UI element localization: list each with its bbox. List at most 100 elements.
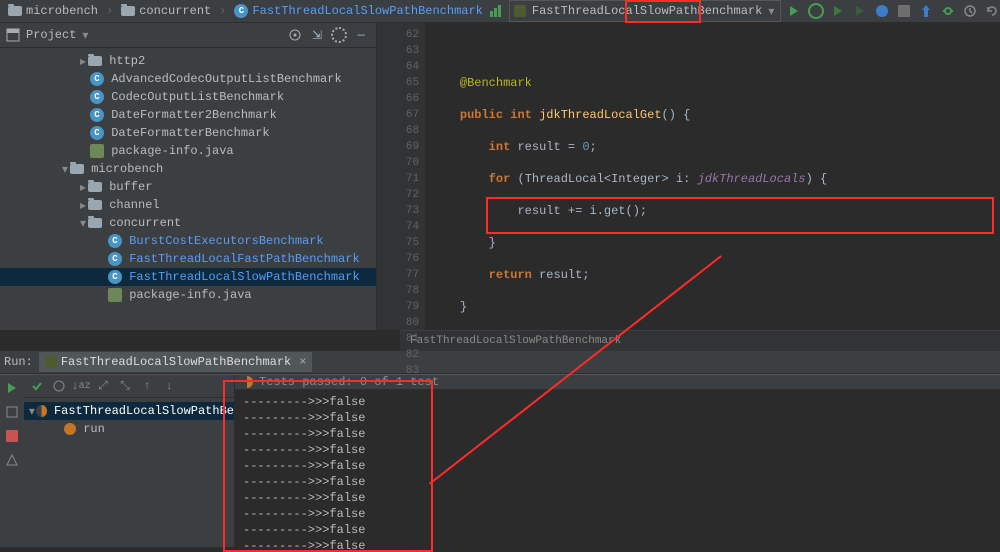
git-commit-icon[interactable] bbox=[939, 2, 957, 20]
attach-button[interactable] bbox=[873, 2, 891, 20]
tree-item-codecout[interactable]: C CodecOutputListBenchmark bbox=[0, 88, 376, 106]
tree-label: http2 bbox=[109, 54, 145, 68]
console-line: --------->>>false bbox=[243, 474, 992, 490]
tree-item-concurrent[interactable]: ▾ concurrent bbox=[0, 214, 376, 232]
tree-label: AdvancedCodecOutputListBenchmark bbox=[111, 72, 341, 86]
class-icon: C bbox=[90, 90, 104, 104]
folder-icon bbox=[70, 164, 84, 174]
class-icon: C bbox=[108, 234, 122, 248]
console-line: --------->>>false bbox=[243, 442, 992, 458]
folder-icon bbox=[8, 6, 22, 16]
tree-item-pkginfo2[interactable]: package-info.java bbox=[0, 286, 376, 304]
git-revert-icon[interactable] bbox=[983, 2, 1000, 20]
tree-item-datef2[interactable]: C DateFormatter2Benchmark bbox=[0, 106, 376, 124]
run-tab-strip: Run: FastThreadLocalSlowPathBenchmark × bbox=[0, 351, 1000, 374]
navigation-bar: microbench › concurrent › C FastThreadLo… bbox=[0, 0, 1000, 23]
tree-item-burst[interactable]: C BurstCostExecutorsBenchmark bbox=[0, 232, 376, 250]
project-tree[interactable]: ▸ http2 C AdvancedCodecOutputListBenchma… bbox=[0, 48, 376, 330]
chevron-right-icon: › bbox=[104, 4, 115, 18]
hide-icon[interactable]: — bbox=[352, 26, 370, 44]
class-icon: C bbox=[108, 270, 122, 284]
run-toolbar: FastThreadLocalSlowPathBenchmark ▾ bbox=[487, 0, 1000, 22]
editor[interactable]: 6263646566676869707172737475767778798081… bbox=[377, 23, 1000, 330]
debug-button[interactable] bbox=[807, 2, 825, 20]
editor-code[interactable]: @Benchmark public int jdkThreadLocalGet(… bbox=[425, 23, 1000, 330]
tests-status-bar: Tests passed: 0 of 1 test bbox=[235, 375, 1000, 390]
breadcrumb-seg-concurrent[interactable]: concurrent bbox=[117, 4, 215, 18]
test-leaf-run[interactable]: run bbox=[24, 420, 234, 438]
console-line: --------->>>false bbox=[243, 426, 992, 442]
sort-icon[interactable]: ↓az bbox=[72, 377, 90, 395]
console-line: --------->>>false bbox=[243, 490, 992, 506]
project-tool-window: Project ▾ ⇲ — ▸ http2 C AdvancedCodecOut… bbox=[0, 23, 377, 330]
tree-label: package-info.java bbox=[111, 144, 233, 158]
crumb-label[interactable]: FastThreadLocalSlowPathBenchmark bbox=[410, 335, 621, 347]
tree-label: FastThreadLocalSlowPathBenchmark bbox=[129, 270, 359, 284]
tree-label: FastThreadLocalFastPathBenchmark bbox=[129, 252, 359, 266]
tree-label: buffer bbox=[109, 180, 152, 194]
folder-icon bbox=[88, 56, 102, 66]
console-output[interactable]: --------->>>false --------->>>false ----… bbox=[235, 390, 1000, 552]
project-title: Project bbox=[26, 28, 76, 42]
build-icon[interactable] bbox=[487, 2, 505, 20]
run-tab[interactable]: FastThreadLocalSlowPathBenchmark × bbox=[39, 352, 313, 372]
tree-item-buffer[interactable]: ▸ buffer bbox=[0, 178, 376, 196]
run-tab-label: FastThreadLocalSlowPathBenchmark bbox=[61, 355, 291, 369]
console-line: --------->>>false bbox=[243, 458, 992, 474]
collapse-all-icon[interactable] bbox=[330, 26, 348, 44]
console-line: --------->>>false bbox=[243, 506, 992, 522]
test-tree[interactable]: ▾ FastThreadLocalSlowPathBe run bbox=[24, 398, 234, 442]
tree-item-fastpath[interactable]: C FastThreadLocalFastPathBenchmark bbox=[0, 250, 376, 268]
chevron-right-icon: › bbox=[217, 4, 228, 18]
git-history-icon[interactable] bbox=[961, 2, 979, 20]
tree-item-pkginfo[interactable]: package-info.java bbox=[0, 142, 376, 160]
collapse-icon[interactable]: ⤡ bbox=[116, 377, 134, 395]
prev-icon[interactable]: ↑ bbox=[138, 377, 156, 395]
test-label: run bbox=[83, 422, 105, 436]
expand-all-icon[interactable]: ⇲ bbox=[308, 26, 326, 44]
console-line: --------->>>false bbox=[243, 522, 992, 538]
run-output-panel: Tests passed: 0 of 1 test --------->>>fa… bbox=[235, 375, 1000, 547]
class-icon: C bbox=[234, 4, 248, 18]
console-line: --------->>>false bbox=[243, 394, 992, 410]
close-icon[interactable]: × bbox=[295, 355, 306, 369]
breadcrumb-seg-file[interactable]: C FastThreadLocalSlowPathBenchmark bbox=[230, 4, 486, 18]
tree-item-channel[interactable]: ▸ channel bbox=[0, 196, 376, 214]
toggle-tests-button[interactable] bbox=[3, 403, 21, 421]
stop-button[interactable] bbox=[895, 2, 913, 20]
select-open-file-icon[interactable] bbox=[286, 26, 304, 44]
tree-item-slowpath[interactable]: C FastThreadLocalSlowPathBenchmark bbox=[0, 268, 376, 286]
run-button[interactable] bbox=[785, 2, 803, 20]
editor-crumb-bar: FastThreadLocalSlowPathBenchmark bbox=[400, 330, 1000, 351]
profile-button[interactable] bbox=[851, 2, 869, 20]
show-passed-icon[interactable] bbox=[28, 377, 46, 395]
folder-icon bbox=[88, 200, 102, 210]
show-ignored-icon[interactable] bbox=[50, 377, 68, 395]
tree-item-microbench[interactable]: ▾ microbench bbox=[0, 160, 376, 178]
chevron-down-icon[interactable]: ▾ bbox=[82, 28, 88, 43]
tree-label: concurrent bbox=[109, 216, 181, 230]
stop-button[interactable] bbox=[3, 427, 21, 445]
project-icon bbox=[6, 28, 20, 42]
run-coverage-button[interactable] bbox=[829, 2, 847, 20]
class-icon: C bbox=[90, 126, 104, 140]
expand-icon[interactable]: ⤢ bbox=[94, 377, 112, 395]
run-tool-window: ↓az ⤢ ⤡ ↑ ↓ ▾ FastThreadLocalSlowPathBe … bbox=[0, 374, 1000, 547]
tree-item-datef[interactable]: C DateFormatterBenchmark bbox=[0, 124, 376, 142]
tree-item-advcodec[interactable]: C AdvancedCodecOutputListBenchmark bbox=[0, 70, 376, 88]
rerun-button[interactable] bbox=[3, 379, 21, 397]
console-line: --------->>>false bbox=[243, 410, 992, 426]
test-root[interactable]: ▾ FastThreadLocalSlowPathBe bbox=[24, 402, 234, 420]
breadcrumb-seg-microbench[interactable]: microbench bbox=[4, 4, 102, 18]
console-line: --------->>>false bbox=[243, 538, 992, 552]
run-config-selector[interactable]: FastThreadLocalSlowPathBenchmark ▾ bbox=[509, 0, 781, 22]
tree-item-http2[interactable]: ▸ http2 bbox=[0, 52, 376, 70]
class-icon: C bbox=[90, 72, 104, 86]
run-label: Run: bbox=[4, 355, 33, 369]
class-icon: C bbox=[90, 108, 104, 122]
test-label: FastThreadLocalSlowPathBe bbox=[54, 404, 234, 418]
next-icon[interactable]: ↓ bbox=[160, 377, 178, 395]
tree-label: BurstCostExecutorsBenchmark bbox=[129, 234, 323, 248]
dump-threads-button[interactable] bbox=[3, 451, 21, 469]
git-update-icon[interactable] bbox=[917, 2, 935, 20]
